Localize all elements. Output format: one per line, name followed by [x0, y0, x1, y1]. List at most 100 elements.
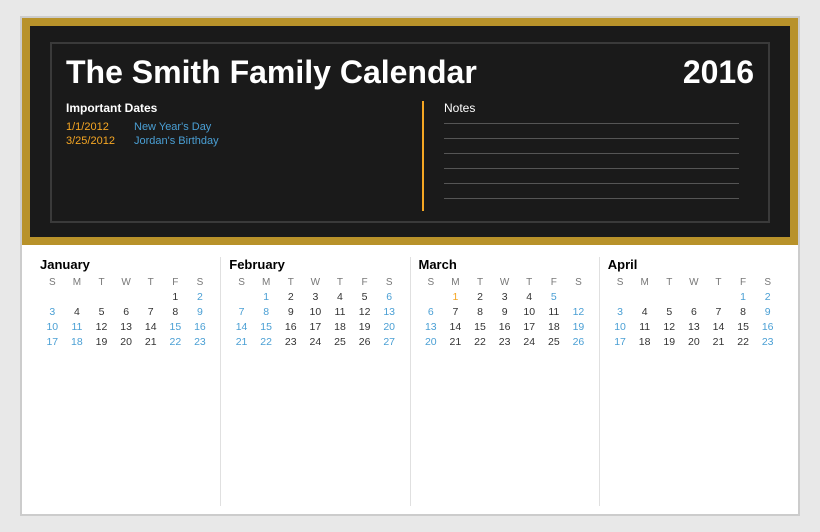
cal-day: [89, 290, 114, 304]
cal-day: 14: [138, 320, 163, 334]
cal-day: 21: [138, 335, 163, 349]
cal-day: 14: [443, 320, 468, 334]
cal-day: 12: [352, 305, 377, 319]
cal-day: 6: [114, 305, 139, 319]
cal-day: 11: [632, 320, 657, 334]
cal-day: 24: [517, 335, 542, 349]
important-dates-section: Important Dates 1/1/2012New Year's Day3/…: [66, 101, 406, 211]
cal-day: 11: [65, 320, 90, 334]
cal-day: 3: [40, 305, 65, 319]
cal-day: 20: [419, 335, 444, 349]
cal-day: 10: [40, 320, 65, 334]
month-name: February: [229, 257, 401, 272]
content-row: Important Dates 1/1/2012New Year's Day3/…: [66, 101, 754, 211]
note-line-2: [444, 138, 739, 139]
cal-day: 19: [566, 320, 591, 334]
cal-day: 2: [188, 290, 213, 304]
date-label: New Year's Day: [134, 121, 211, 133]
date-value: 3/25/2012: [66, 135, 124, 147]
cal-day: 8: [468, 305, 493, 319]
cal-header: T: [89, 276, 114, 289]
cal-day: 5: [657, 305, 682, 319]
cal-day: 19: [657, 335, 682, 349]
chalkboard-inner: The Smith Family Calendar 2016 Important…: [50, 42, 770, 223]
cal-day: 25: [542, 335, 567, 349]
cal-day: 22: [468, 335, 493, 349]
cal-day: 22: [163, 335, 188, 349]
cal-day: [566, 290, 591, 304]
cal-day: 9: [492, 305, 517, 319]
cal-header: S: [608, 276, 633, 289]
cal-header: W: [114, 276, 139, 289]
cal-day: 18: [328, 320, 353, 334]
cal-day: [229, 290, 254, 304]
cal-day: 16: [188, 320, 213, 334]
note-line-4: [444, 168, 739, 169]
month-calendar: FebruarySMTWTFS1234567891011121314151617…: [221, 257, 410, 506]
month-calendar: MarchSMTWTFS1234567891011121314151617181…: [411, 257, 600, 506]
cal-day: 3: [303, 290, 328, 304]
cal-day: 14: [229, 320, 254, 334]
cal-day: 13: [419, 320, 444, 334]
month-calendar: JanuarySMTWTFS12345678910111213141516171…: [32, 257, 221, 506]
cal-day: 9: [755, 305, 780, 319]
cal-day: 5: [352, 290, 377, 304]
cal-header: W: [303, 276, 328, 289]
cal-day: 26: [566, 335, 591, 349]
cal-header: S: [229, 276, 254, 289]
cal-day: 23: [492, 335, 517, 349]
cal-day: 10: [303, 305, 328, 319]
cal-day: 2: [755, 290, 780, 304]
cal-day: 19: [89, 335, 114, 349]
note-line-5: [444, 183, 739, 184]
cal-day: 11: [542, 305, 567, 319]
cal-day: 18: [542, 320, 567, 334]
cal-day: [706, 290, 731, 304]
cal-day: 11: [328, 305, 353, 319]
cal-day: [138, 290, 163, 304]
cal-day: 10: [608, 320, 633, 334]
cal-day: 20: [114, 335, 139, 349]
cal-day: 15: [163, 320, 188, 334]
cal-day: 18: [632, 335, 657, 349]
cal-header: S: [566, 276, 591, 289]
cal-day: 13: [377, 305, 402, 319]
page: The Smith Family Calendar 2016 Important…: [20, 16, 800, 516]
header-row: The Smith Family Calendar 2016: [66, 54, 754, 91]
cal-header: T: [328, 276, 353, 289]
cal-day: 6: [377, 290, 402, 304]
date-label: Jordan's Birthday: [134, 135, 219, 147]
cal-day: 21: [229, 335, 254, 349]
cal-header: S: [377, 276, 402, 289]
cal-day: [682, 290, 707, 304]
cal-header: T: [706, 276, 731, 289]
cal-day: 7: [229, 305, 254, 319]
dates-list: 1/1/2012New Year's Day3/25/2012Jordan's …: [66, 121, 390, 147]
cal-day: [114, 290, 139, 304]
cal-grid: SMTWTFS123456789101112131415161718192021…: [608, 276, 780, 349]
cal-header: T: [468, 276, 493, 289]
note-line-1: [444, 123, 739, 124]
cal-day: 22: [254, 335, 279, 349]
cal-day: 17: [608, 335, 633, 349]
cal-day: 15: [468, 320, 493, 334]
cal-header: T: [278, 276, 303, 289]
cal-day: 4: [65, 305, 90, 319]
cal-day: 7: [706, 305, 731, 319]
vertical-divider: [422, 101, 424, 211]
cal-day: 5: [542, 290, 567, 304]
cal-day: 18: [65, 335, 90, 349]
cal-day: 4: [517, 290, 542, 304]
cal-day: 5: [89, 305, 114, 319]
cal-day: 27: [377, 335, 402, 349]
cal-day: 7: [138, 305, 163, 319]
cal-day: 13: [682, 320, 707, 334]
cal-day: 21: [443, 335, 468, 349]
cal-day: [657, 290, 682, 304]
cal-day: 14: [706, 320, 731, 334]
cal-grid: SMTWTFS123456789101112131415161718192021…: [419, 276, 591, 349]
cal-day: 9: [278, 305, 303, 319]
cal-day: 2: [278, 290, 303, 304]
cal-header: F: [163, 276, 188, 289]
cal-day: [65, 290, 90, 304]
